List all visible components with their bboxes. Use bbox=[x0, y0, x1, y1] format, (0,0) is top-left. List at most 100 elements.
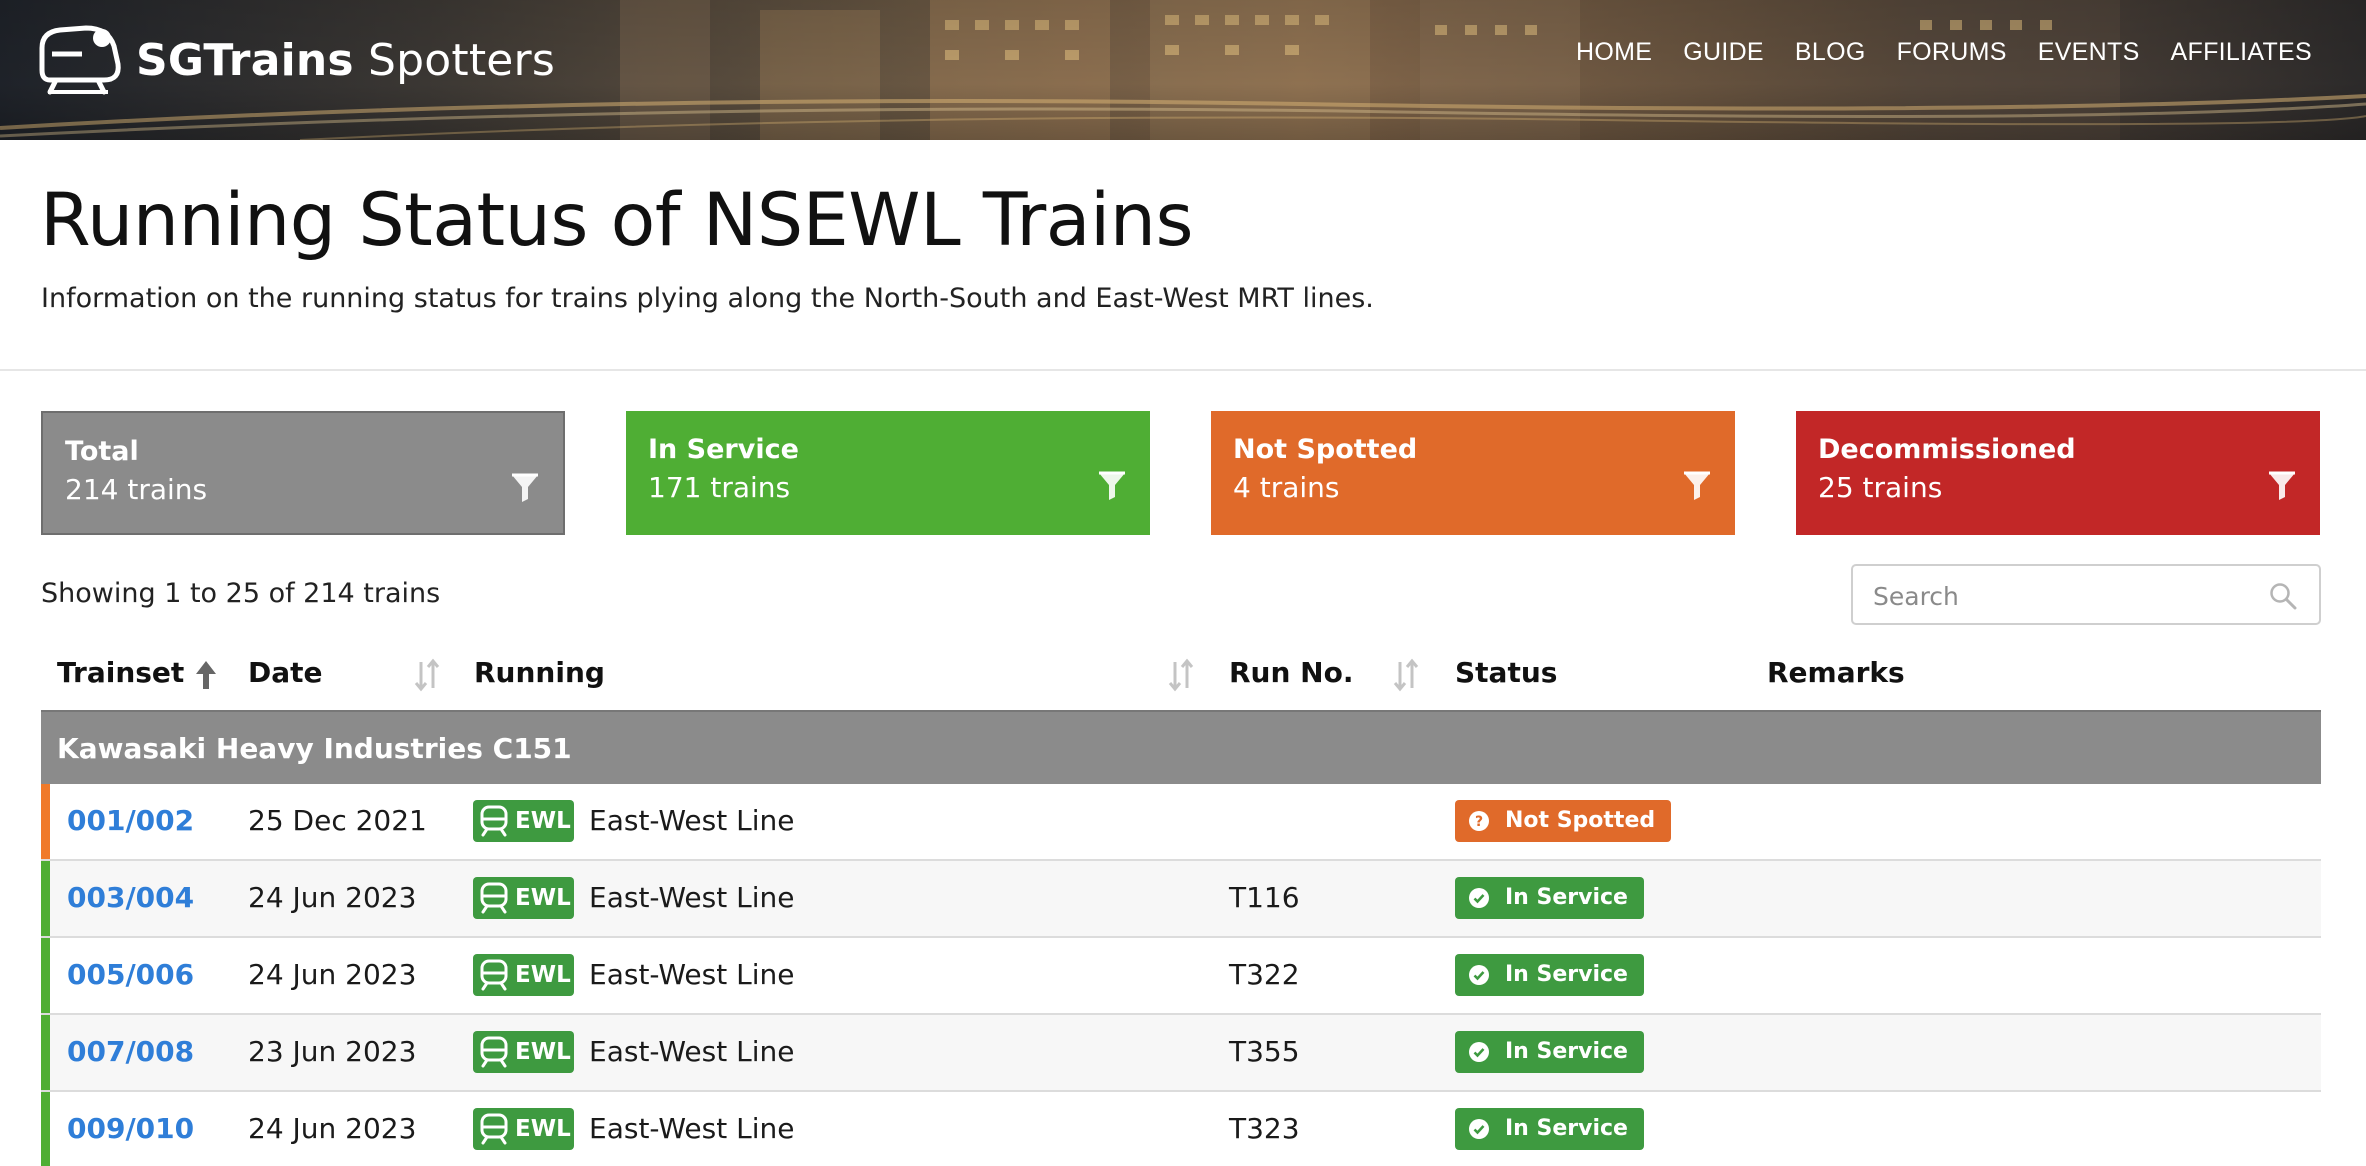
run-no-cell: T355 bbox=[1229, 1035, 1300, 1068]
status-label: In Service bbox=[1505, 962, 1628, 987]
train-icon bbox=[480, 805, 508, 837]
date-cell: 24 Jun 2023 bbox=[248, 958, 417, 991]
check-circle-icon bbox=[1469, 1119, 1489, 1139]
col-trainset[interactable]: Trainset bbox=[57, 656, 184, 689]
card-decommissioned[interactable]: Decommissioned 25 trains bbox=[1796, 411, 2320, 535]
card-title: Total bbox=[65, 436, 139, 467]
line-name: East-West Line bbox=[589, 1112, 795, 1145]
train-icon bbox=[480, 882, 508, 914]
col-date[interactable]: Date bbox=[248, 656, 323, 689]
col-running[interactable]: Running bbox=[474, 656, 605, 689]
filter-icon[interactable] bbox=[2268, 471, 2296, 501]
nav-affiliates[interactable]: AFFILIATES bbox=[2171, 38, 2312, 67]
status-badge: ? Not Spotted bbox=[1455, 800, 1672, 842]
nav-forums[interactable]: FORUMS bbox=[1897, 38, 2007, 67]
question-circle-icon: ? bbox=[1469, 811, 1489, 831]
line-name: East-West Line bbox=[589, 881, 795, 914]
line-badge: EWL bbox=[473, 1108, 574, 1150]
run-no-cell: T116 bbox=[1229, 881, 1300, 914]
filter-icon[interactable] bbox=[1683, 471, 1711, 501]
trainset-link[interactable]: 001/002 bbox=[67, 804, 194, 837]
nav-guide[interactable]: GUIDE bbox=[1683, 38, 1764, 67]
table-info: Showing 1 to 25 of 214 trains bbox=[41, 578, 441, 609]
header-banner: SGTrains Spotters HOME GUIDE BLOG FORUMS… bbox=[0, 0, 2366, 140]
table-row: 001/002 25 Dec 2021 EWL East-West Line ?… bbox=[41, 784, 2321, 861]
status-stripe bbox=[41, 784, 50, 859]
nav-events[interactable]: EVENTS bbox=[2038, 38, 2140, 67]
line-badge-label: EWL bbox=[515, 962, 571, 988]
status-label: Not Spotted bbox=[1505, 808, 1656, 833]
page-title: Running Status of NSEWL Trains bbox=[40, 178, 1194, 263]
check-circle-icon bbox=[1469, 888, 1489, 908]
card-not-spotted[interactable]: Not Spotted 4 trains bbox=[1211, 411, 1735, 535]
page-subtitle: Information on the running status for tr… bbox=[41, 283, 1374, 314]
run-no-cell: T322 bbox=[1229, 958, 1300, 991]
header-divider bbox=[0, 369, 2366, 371]
nav-blog[interactable]: BLOG bbox=[1795, 38, 1866, 67]
status-badge: In Service bbox=[1455, 877, 1644, 919]
table-row: 007/008 23 Jun 2023 EWL East-West Line T… bbox=[41, 1015, 2321, 1092]
trainset-link[interactable]: 005/006 bbox=[67, 958, 194, 991]
status-badge: In Service bbox=[1455, 1031, 1644, 1073]
search-input[interactable] bbox=[1873, 576, 2253, 616]
line-name: East-West Line bbox=[589, 1035, 795, 1068]
line-badge-label: EWL bbox=[515, 1039, 571, 1065]
table-row: 009/010 24 Jun 2023 EWL East-West Line T… bbox=[41, 1092, 2321, 1166]
status-stripe bbox=[41, 938, 50, 1013]
train-logo-icon bbox=[39, 25, 121, 95]
line-name: East-West Line bbox=[589, 958, 795, 991]
svg-text:?: ? bbox=[1475, 814, 1483, 830]
card-value: 171 trains bbox=[648, 471, 791, 504]
status-badge: In Service bbox=[1455, 1108, 1644, 1150]
trainset-link[interactable]: 003/004 bbox=[67, 881, 194, 914]
card-in-service[interactable]: In Service 171 trains bbox=[626, 411, 1150, 535]
date-cell: 24 Jun 2023 bbox=[248, 1112, 417, 1145]
table-header: Trainset Date Running Run No. Status Rem… bbox=[41, 648, 2321, 710]
train-icon bbox=[480, 959, 508, 991]
card-value: 25 trains bbox=[1818, 471, 1943, 504]
trainset-link[interactable]: 009/010 bbox=[67, 1112, 194, 1145]
search-box[interactable] bbox=[1851, 564, 2321, 625]
line-badge: EWL bbox=[473, 954, 574, 996]
status-stripe bbox=[41, 1092, 50, 1166]
col-status: Status bbox=[1455, 656, 1558, 689]
line-name: East-West Line bbox=[589, 804, 795, 837]
search-icon[interactable] bbox=[2269, 582, 2297, 610]
sort-asc-icon[interactable] bbox=[191, 658, 221, 692]
line-badge: EWL bbox=[473, 800, 574, 842]
status-stripe bbox=[41, 1015, 50, 1090]
card-value: 4 trains bbox=[1233, 471, 1340, 504]
sort-icon[interactable] bbox=[1391, 658, 1421, 692]
col-run-no[interactable]: Run No. bbox=[1229, 656, 1353, 689]
site-logo[interactable]: SGTrains Spotters bbox=[38, 24, 555, 96]
line-badge-label: EWL bbox=[515, 1116, 571, 1142]
card-total[interactable]: Total 214 trains bbox=[41, 411, 565, 535]
filter-icon[interactable] bbox=[1098, 471, 1126, 501]
status-label: In Service bbox=[1505, 1116, 1628, 1141]
sort-icon[interactable] bbox=[1166, 658, 1196, 692]
main-nav: HOME GUIDE BLOG FORUMS EVENTS AFFILIATES bbox=[1545, 38, 2312, 67]
line-badge-label: EWL bbox=[515, 808, 571, 834]
date-cell: 25 Dec 2021 bbox=[248, 804, 427, 837]
date-cell: 24 Jun 2023 bbox=[248, 881, 417, 914]
line-badge-label: EWL bbox=[515, 885, 571, 911]
nav-home[interactable]: HOME bbox=[1576, 38, 1652, 67]
check-circle-icon bbox=[1469, 1042, 1489, 1062]
run-no-cell: T323 bbox=[1229, 1112, 1300, 1145]
status-label: In Service bbox=[1505, 885, 1628, 910]
trainset-link[interactable]: 007/008 bbox=[67, 1035, 194, 1068]
card-title: In Service bbox=[648, 434, 799, 465]
col-remarks: Remarks bbox=[1767, 656, 1905, 689]
card-value: 214 trains bbox=[65, 473, 208, 506]
line-badge: EWL bbox=[473, 877, 574, 919]
status-stripe bbox=[41, 861, 50, 936]
filter-icon[interactable] bbox=[511, 473, 539, 503]
table-row: 005/006 24 Jun 2023 EWL East-West Line T… bbox=[41, 938, 2321, 1015]
status-label: In Service bbox=[1505, 1039, 1628, 1064]
train-icon bbox=[480, 1036, 508, 1068]
table-row: 003/004 24 Jun 2023 EWL East-West Line T… bbox=[41, 861, 2321, 938]
line-badge: EWL bbox=[473, 1031, 574, 1073]
train-icon bbox=[480, 1113, 508, 1145]
check-circle-icon bbox=[1469, 965, 1489, 985]
sort-icon[interactable] bbox=[412, 658, 442, 692]
